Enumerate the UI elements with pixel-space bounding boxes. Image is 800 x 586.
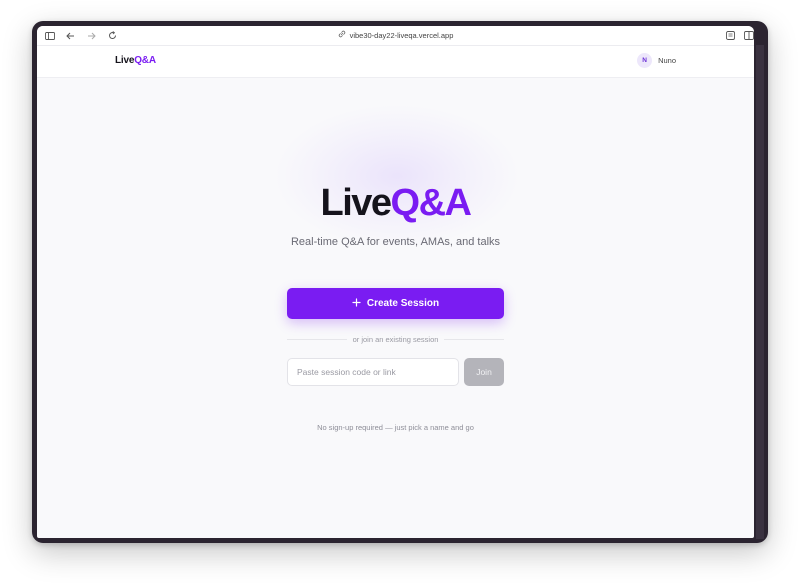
- app-logo[interactable]: LiveQ&A: [115, 55, 156, 66]
- address-bar[interactable]: vibe30-day22-liveqa.vercel.app: [37, 30, 754, 40]
- session-code-input[interactable]: [287, 358, 459, 386]
- user-name: Nuno: [658, 56, 676, 65]
- plus-icon: [352, 297, 361, 310]
- title-text-live: Live: [320, 182, 393, 224]
- split-view-icon[interactable]: [743, 30, 754, 41]
- divider-line-left: [287, 338, 347, 340]
- browser-viewport: vibe30-day22-liveqa.vercel.app LiveQ&A N…: [37, 26, 754, 538]
- logo-text-qa: Q&A: [134, 55, 156, 66]
- create-session-label: Create Session: [366, 298, 440, 309]
- avatar: N: [637, 53, 653, 68]
- user-menu[interactable]: N Nuno: [637, 53, 676, 68]
- url-text: vibe30-day22-liveqa.vercel.app: [349, 30, 454, 40]
- create-session-button[interactable]: Create Session: [287, 288, 504, 319]
- title-text-qa: Q&A: [390, 182, 472, 224]
- tagline: Real-time Q&A for events, AMAs, and talk…: [290, 236, 501, 248]
- scrollbar[interactable]: [756, 45, 764, 539]
- page-title: LiveQ&A: [37, 184, 754, 222]
- reader-icon[interactable]: [725, 30, 736, 41]
- join-button[interactable]: Join: [464, 358, 504, 386]
- divider-text: or join an existing session: [352, 334, 439, 344]
- hero-glow: [277, 106, 517, 246]
- logo-text-live: Live: [115, 55, 135, 66]
- browser-toolbar: vibe30-day22-liveqa.vercel.app: [37, 26, 754, 46]
- no-signup-note: No sign-up required — just pick a name a…: [317, 423, 474, 432]
- app-header: LiveQ&A N Nuno: [37, 46, 754, 78]
- join-divider: or join an existing session: [287, 333, 505, 345]
- browser-window: vibe30-day22-liveqa.vercel.app LiveQ&A N…: [32, 21, 768, 543]
- divider-line-right: [444, 338, 505, 340]
- link-icon: [338, 30, 346, 40]
